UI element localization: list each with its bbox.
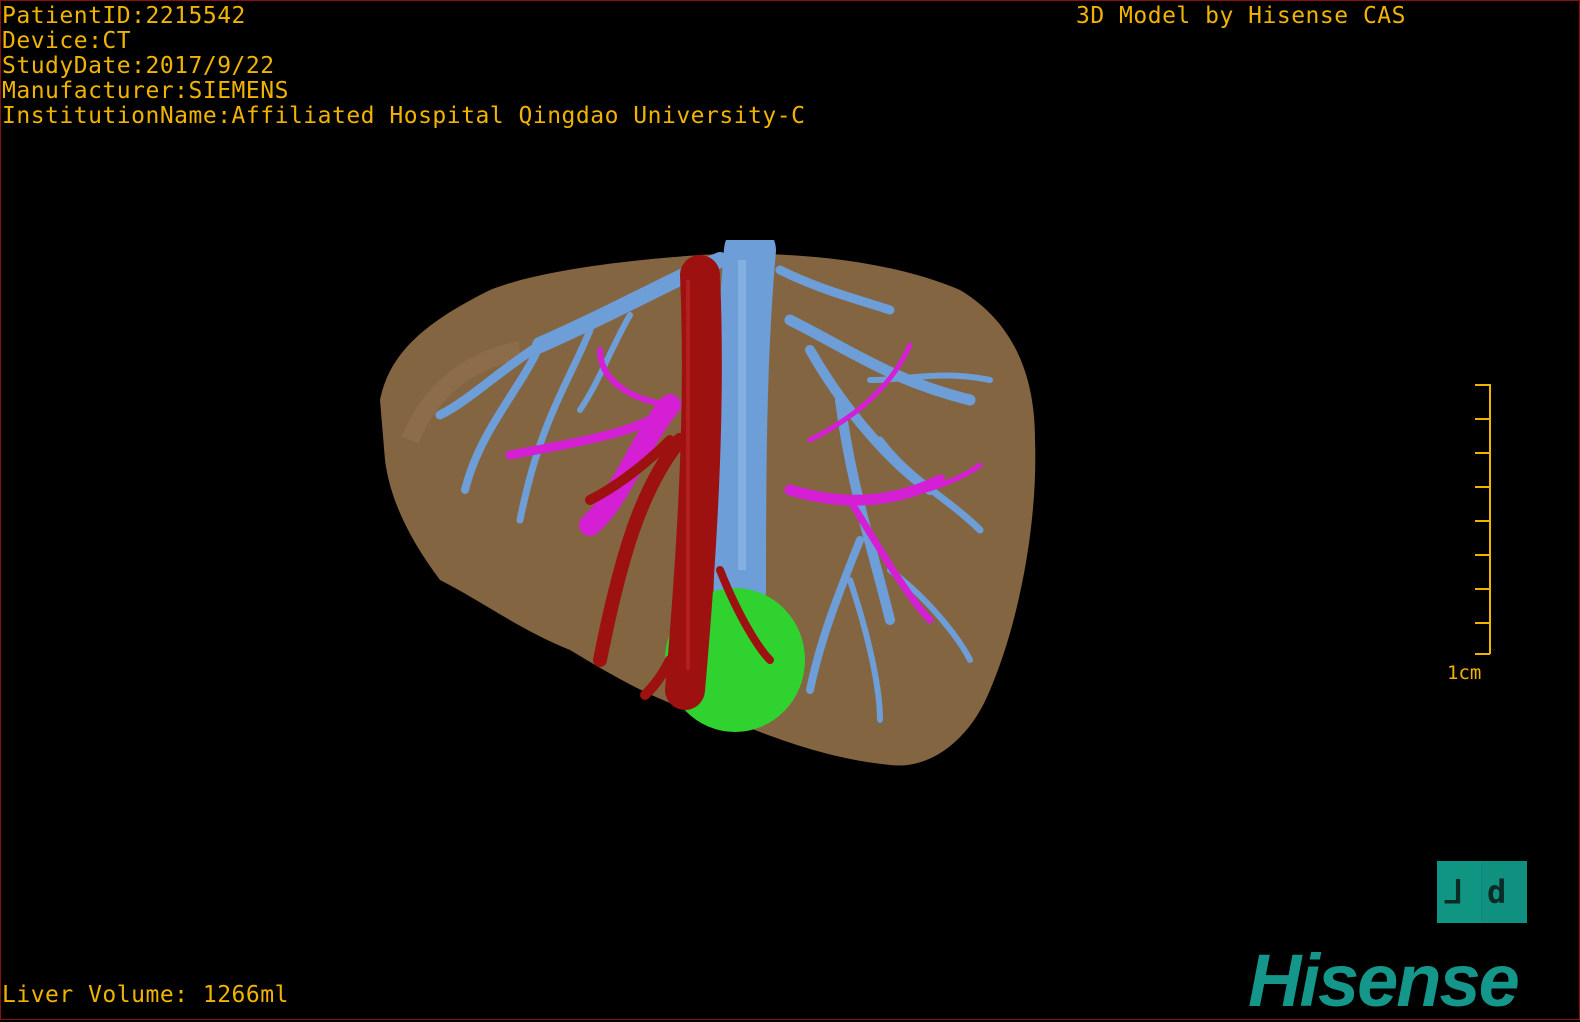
orientation-left-glyph: ⅃ (1445, 873, 1463, 911)
liver-volume-text: Liver Volume: 1266ml (2, 982, 289, 1008)
institution-text: InstitutionName:Affiliated Hospital Qing… (2, 103, 806, 129)
dicom-info-block: PatientID:2215542 Device:CT StudyDate:2017… (2, 4, 805, 129)
orientation-face-right[interactable]: d (1483, 861, 1527, 923)
liver-3d-model[interactable] (370, 240, 1050, 780)
orientation-face-left[interactable]: ⅃ (1437, 861, 1481, 923)
orientation-cube[interactable]: ⅃ d (1437, 861, 1527, 923)
hisense-logo: Hisense (1248, 939, 1520, 1022)
study-date-text: StudyDate:2017/9/22 (2, 53, 275, 79)
patient-id-text: PatientID:2215542 (2, 3, 246, 29)
device-text: Device:CT (2, 28, 132, 54)
model-credit-text: 3D Model by Hisense CAS (1076, 3, 1406, 29)
scale-bar (1475, 384, 1491, 655)
scale-bar-label: 1cm (1447, 662, 1482, 684)
orientation-right-glyph: d (1487, 873, 1507, 911)
manufacturer-text: Manufacturer:SIEMENS (2, 78, 289, 104)
